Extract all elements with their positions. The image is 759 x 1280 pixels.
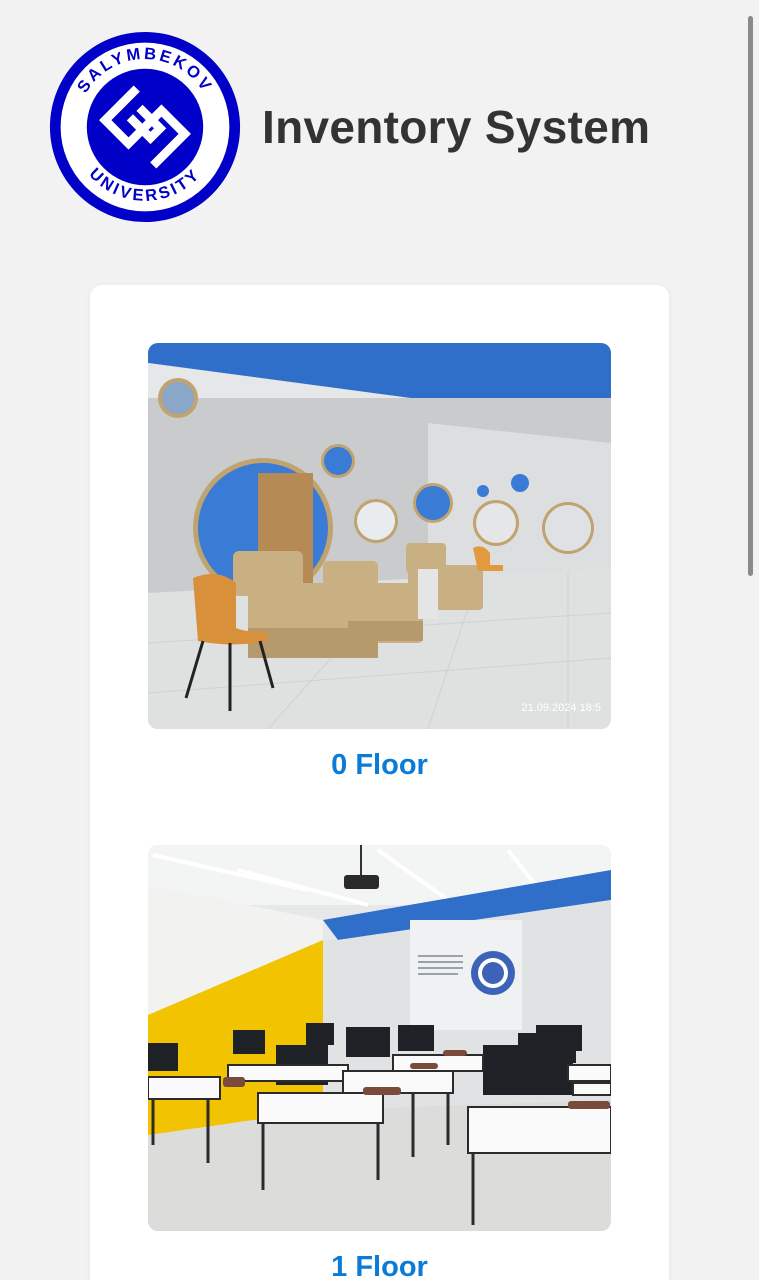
scrollbar[interactable] — [748, 16, 753, 576]
page: SALYMBEKOV UNIVERSITY Inventory System 2… — [0, 0, 759, 1280]
floor-item-0[interactable]: 21.09.2024 18:5 0 Floor — [148, 343, 611, 782]
floor-1-photo[interactable] — [148, 845, 611, 1231]
photo-timestamp: 21.09.2024 18:5 — [521, 702, 601, 714]
floor-0-photo[interactable]: 21.09.2024 18:5 — [148, 343, 611, 729]
header: SALYMBEKOV UNIVERSITY Inventory System — [48, 30, 650, 224]
floor-item-1[interactable]: 1 Floor — [148, 845, 611, 1280]
app-title: Inventory System — [262, 101, 651, 153]
floor-0-link[interactable]: 0 Floor — [148, 749, 611, 782]
university-logo: SALYMBEKOV UNIVERSITY — [49, 31, 241, 223]
floor-1-link[interactable]: 1 Floor — [148, 1251, 611, 1280]
floors-card: 21.09.2024 18:5 0 Floor 1 Floor — [90, 285, 669, 1280]
